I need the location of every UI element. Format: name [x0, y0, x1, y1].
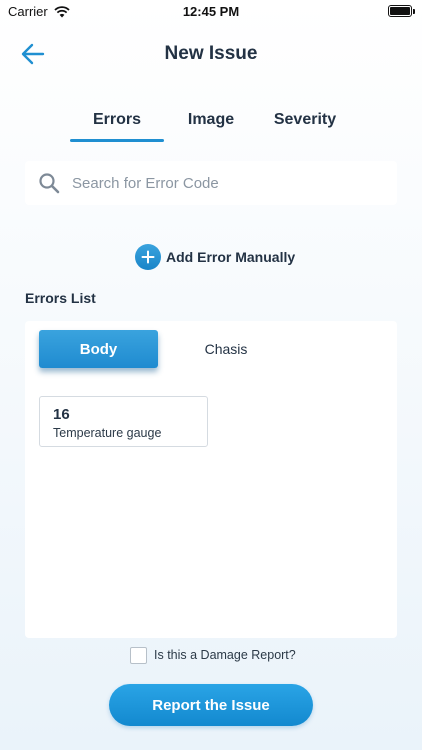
- tab-severity[interactable]: Severity: [262, 108, 348, 140]
- report-issue-label: Report the Issue: [152, 696, 270, 714]
- errors-list-title: Errors List: [25, 290, 96, 306]
- error-list-item[interactable]: 16 Temperature gauge: [39, 396, 208, 447]
- status-bar: Carrier 12:45 PM: [0, 0, 422, 24]
- page-title: New Issue: [164, 43, 258, 64]
- segment-chasis-button[interactable]: Chasis: [171, 330, 281, 368]
- tab-errors[interactable]: Errors: [70, 108, 164, 142]
- segment-body-button[interactable]: Body: [39, 330, 158, 368]
- search-icon: [39, 173, 60, 194]
- plus-circle-icon: [135, 243, 161, 270]
- error-code: 16: [53, 406, 70, 423]
- add-error-label: Add Error Manually: [166, 248, 296, 265]
- tab-image[interactable]: Image: [172, 108, 250, 140]
- report-issue-button[interactable]: Report the Issue: [109, 684, 313, 726]
- search-input[interactable]: [72, 174, 372, 192]
- plus-icon: [141, 250, 155, 263]
- clock: 12:45 PM: [182, 4, 240, 19]
- error-description: Temperature gauge: [53, 426, 162, 440]
- battery-icon: [388, 5, 415, 17]
- segment-body-label: Body: [79, 340, 118, 358]
- damage-report-checkbox[interactable]: [130, 646, 147, 664]
- add-error-manually-button[interactable]: Add Error Manually: [135, 243, 295, 270]
- tab-errors-label: Errors: [92, 111, 142, 128]
- tab-image-label: Image: [187, 111, 235, 128]
- damage-report-toggle[interactable]: Is this a Damage Report?: [130, 646, 296, 664]
- tab-severity-label: Severity: [273, 111, 337, 128]
- damage-report-label: Is this a Damage Report?: [154, 648, 296, 662]
- tab-bar: Errors Image Severity: [0, 108, 422, 142]
- errors-list-card: Body Chasis 16 Temperature gauge: [25, 321, 397, 638]
- segment-chasis-label: Chasis: [204, 341, 248, 357]
- search-box[interactable]: [25, 161, 397, 205]
- battery-fill: [390, 7, 410, 15]
